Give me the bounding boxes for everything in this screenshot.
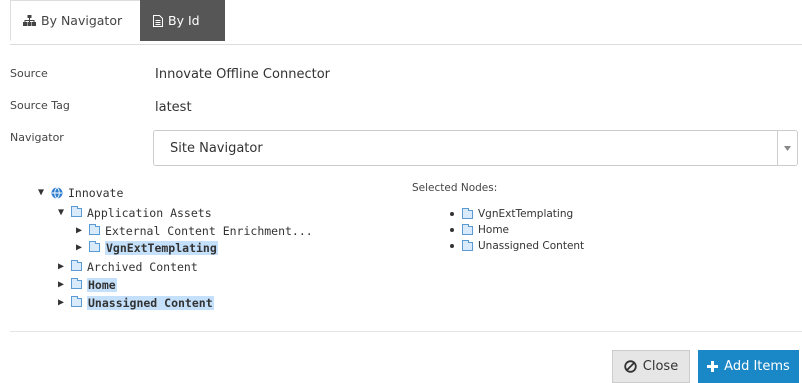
close-button[interactable]: Close: [612, 350, 690, 383]
bullet: [450, 244, 454, 248]
navigator-label: Navigator: [10, 131, 64, 144]
list-item: Unassigned Content: [450, 238, 584, 254]
source-tag-label: Source Tag: [10, 99, 70, 112]
close-button-label: Close: [642, 359, 679, 374]
folder-icon: [462, 207, 473, 219]
folder-icon: [71, 296, 82, 307]
caret-down-icon[interactable]: ▼: [38, 187, 48, 198]
tree-node-vgnexttemplating[interactable]: ▶ VgnExtTemplating: [76, 239, 218, 256]
tree-node-archived-content[interactable]: ▶ Archived Content: [58, 258, 198, 275]
caret-down-icon[interactable]: ▼: [58, 207, 68, 218]
navigator-select[interactable]: Site Navigator: [153, 130, 798, 166]
bullet: [450, 212, 454, 216]
tree-node-label: Application Assets: [87, 205, 212, 220]
tree-node-home[interactable]: ▶ Home: [58, 276, 117, 293]
tree-node-label: External Content Enrichment...: [105, 223, 313, 238]
caret-right-icon[interactable]: ▶: [76, 225, 86, 236]
bullet: [450, 228, 454, 232]
ban-icon: [624, 360, 637, 373]
source-tag-value: latest: [155, 100, 192, 115]
selected-nodes-title: Selected Nodes:: [412, 182, 498, 194]
caret-right-icon[interactable]: ▶: [58, 279, 68, 290]
folder-icon: [462, 239, 473, 251]
list-item: Home: [450, 222, 584, 238]
tree-node-label: Home: [87, 277, 117, 292]
tree-node-external-content[interactable]: ▶ External Content Enrichment...: [76, 222, 313, 239]
tab-by-id[interactable]: By Id: [140, 0, 225, 41]
source-label: Source: [10, 67, 48, 80]
selected-nodes-list: VgnExtTemplating Home Unassigned Content: [450, 206, 584, 254]
tree-node-label: VgnExtTemplating: [105, 240, 218, 255]
sitemap-icon: [23, 15, 36, 26]
tab-label: By Id: [168, 13, 200, 28]
tree-node-label: Innovate: [68, 185, 124, 200]
navigator-selected-value: Site Navigator: [170, 140, 263, 156]
selected-node-label: VgnExtTemplating: [478, 208, 574, 220]
selected-node-label: Home: [478, 224, 510, 236]
folder-icon: [71, 260, 82, 271]
chevron-down-icon[interactable]: [777, 131, 797, 165]
globe-icon: [51, 186, 63, 199]
folder-icon: [89, 224, 100, 235]
folder-icon: [71, 278, 82, 289]
footer-divider: [10, 331, 802, 332]
tree-node-unassigned-content[interactable]: ▶ Unassigned Content: [58, 294, 214, 311]
selected-node-label: Unassigned Content: [478, 240, 585, 252]
tree-node-label: Unassigned Content: [87, 295, 214, 310]
tab-by-navigator[interactable]: By Navigator: [10, 0, 141, 41]
tree-node-application-assets[interactable]: ▼ Application Assets: [58, 204, 212, 221]
caret-right-icon[interactable]: ▶: [58, 297, 68, 308]
folder-icon: [89, 241, 100, 252]
add-items-button[interactable]: Add Items: [698, 350, 799, 383]
folder-icon: [462, 223, 473, 235]
caret-right-icon[interactable]: ▶: [76, 242, 86, 253]
tree-node-label: Archived Content: [87, 259, 198, 274]
tab-label: By Navigator: [41, 13, 123, 28]
plus-icon: [707, 361, 719, 372]
tree-node-root[interactable]: ▼ Innovate: [38, 184, 123, 201]
document-icon: [153, 14, 163, 27]
source-value: Innovate Offline Connector: [155, 67, 330, 82]
add-items-button-label: Add Items: [724, 359, 790, 374]
caret-right-icon[interactable]: ▶: [58, 261, 68, 272]
folder-icon: [71, 206, 82, 217]
list-item: VgnExtTemplating: [450, 206, 584, 222]
